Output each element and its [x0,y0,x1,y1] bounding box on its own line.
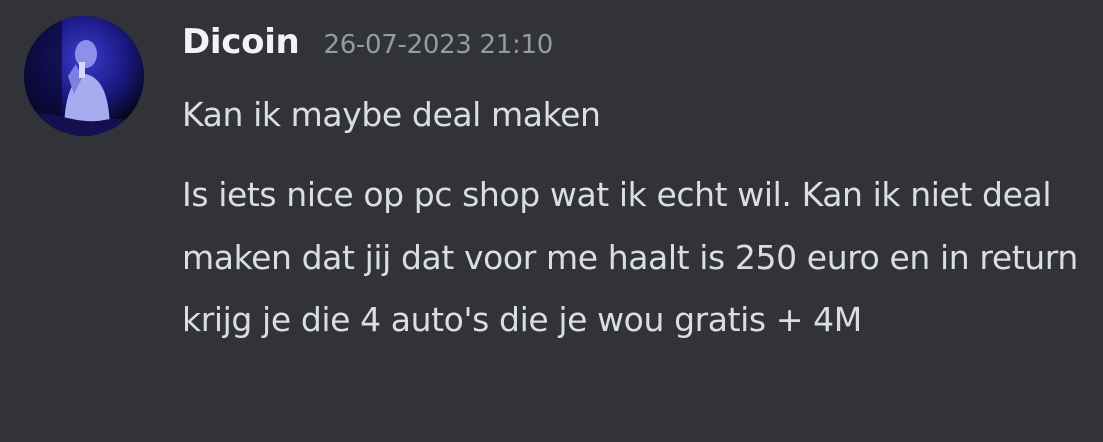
timestamp: 26-07-2023 21:10 [323,30,553,60]
message-header: Dicoin 26-07-2023 21:10 [182,22,553,72]
message-text: Kan ik maybe deal maken [182,95,601,134]
chat-message: Dicoin 26-07-2023 21:10 Kan ik maybe dea… [0,0,1103,442]
avatar-image [24,16,144,136]
user-avatar[interactable] [24,16,144,136]
message-text: Is iets nice op pc shop wat ik echt wil.… [182,175,1078,339]
username[interactable]: Dicoin [182,22,300,62]
